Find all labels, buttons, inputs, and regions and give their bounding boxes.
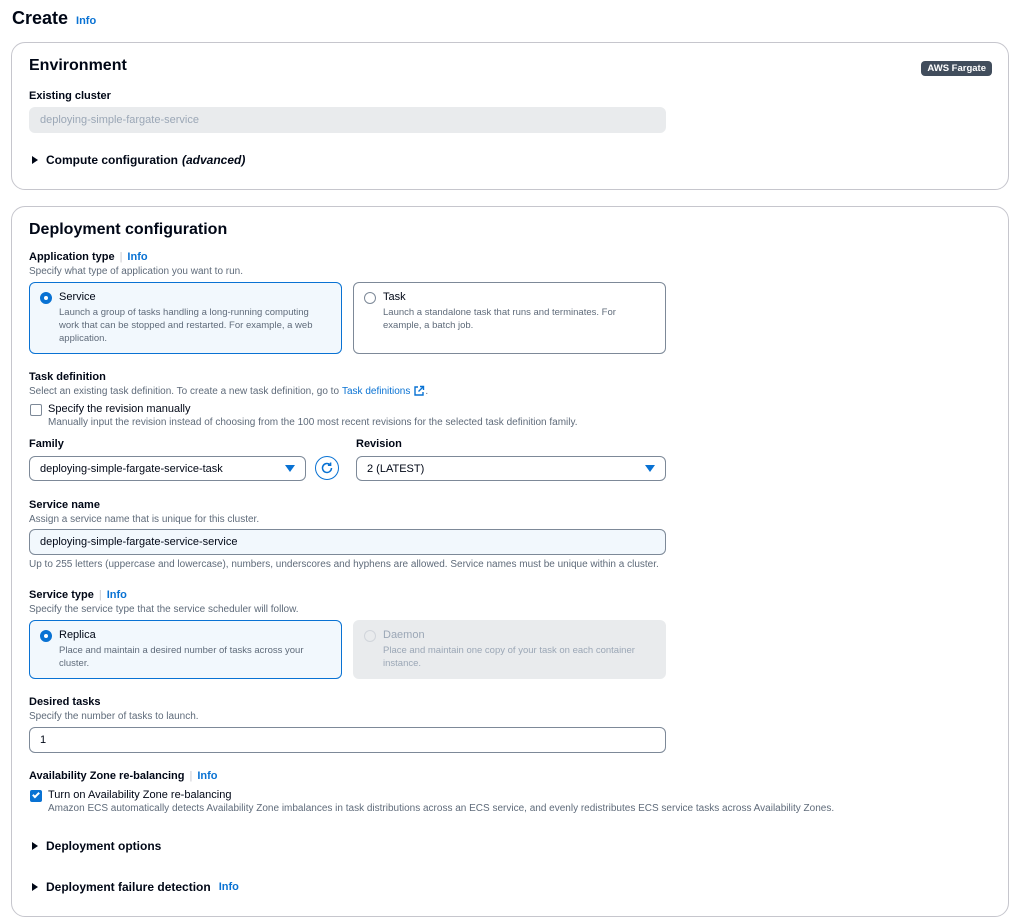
family-value: deploying-simple-fargate-service-task (40, 462, 223, 475)
replica-description: Place and maintain a desired number of t… (59, 645, 304, 669)
service-type-daemon-tile: Daemon Place and maintain one copy of yo… (353, 620, 666, 679)
app-type-info-link[interactable]: Info (127, 251, 147, 263)
existing-cluster-label: Existing cluster (29, 90, 111, 102)
service-type-replica-tile[interactable]: Replica Place and maintain a desired num… (29, 620, 342, 679)
task-definitions-link[interactable]: Task definitions (342, 386, 410, 397)
page-info-link[interactable]: Info (76, 15, 96, 27)
service-title: Service (59, 291, 96, 303)
failure-detection-info-link[interactable]: Info (219, 881, 239, 893)
separator: | (189, 770, 193, 782)
external-link-icon[interactable] (413, 385, 425, 397)
app-type-header: Application type | Info (29, 251, 148, 263)
deployment-options-label: Deployment options (46, 839, 162, 853)
service-name-description: Assign a service name that is unique for… (29, 514, 260, 525)
refresh-button[interactable] (315, 456, 339, 480)
service-name-value: deploying-simple-fargate-service-service (40, 536, 238, 548)
service-name-label: Service name (29, 499, 100, 511)
task-title: Task (383, 291, 406, 303)
revision-label: Revision (356, 438, 402, 450)
environment-heading: Environment (29, 57, 127, 74)
desired-tasks-description: Specify the number of tasks to launch. (29, 711, 199, 722)
compute-config-label: Compute configuration (46, 153, 178, 167)
replica-title: Replica (59, 629, 96, 641)
failure-detection-label: Deployment failure detection (46, 880, 211, 894)
az-rebalancing-header: Availability Zone re-balancing | Info (29, 770, 218, 782)
app-type-service-tile[interactable]: Service Launch a group of tasks handling… (29, 282, 342, 354)
revision-select[interactable]: 2 (LATEST) (356, 456, 666, 481)
az-rebalancing-label: Availability Zone re-balancing (29, 770, 185, 782)
az-rebalancing-checkbox[interactable] (30, 790, 42, 802)
task-def-label: Task definition (29, 371, 106, 383)
caret-down-icon (285, 465, 295, 472)
az-rebalancing-checkbox-description: Amazon ECS automatically detects Availab… (48, 803, 835, 814)
compute-config-expander[interactable]: Compute configuration (advanced) (32, 153, 245, 167)
deployment-config-heading: Deployment configuration (29, 221, 228, 238)
daemon-title: Daemon (383, 629, 425, 641)
environment-panel: Environment AWS Fargate Existing cluster… (11, 42, 1009, 190)
service-name-input[interactable]: deploying-simple-fargate-service-service (29, 529, 666, 555)
caret-right-icon (32, 156, 38, 164)
app-type-label: Application type (29, 251, 115, 263)
service-type-header: Service type | Info (29, 589, 127, 601)
manual-revision-label: Specify the revision manually (48, 403, 191, 415)
app-type-task-tile[interactable]: Task Launch a standalone task that runs … (353, 282, 666, 354)
existing-cluster-value: deploying-simple-fargate-service (40, 114, 199, 126)
az-rebalancing-info-link[interactable]: Info (197, 770, 217, 782)
az-rebalancing-checkbox-label: Turn on Availability Zone re-balancing (48, 789, 232, 801)
separator: | (119, 251, 123, 263)
failure-detection-expander[interactable]: Deployment failure detection Info (32, 880, 239, 894)
caret-down-icon (645, 465, 655, 472)
refresh-icon (321, 462, 333, 474)
page-title: Create (12, 8, 69, 28)
manual-revision-description: Manually input the revision instead of c… (48, 417, 578, 428)
task-def-description-row: Select an existing task definition. To c… (29, 385, 429, 397)
existing-cluster-input: deploying-simple-fargate-service (29, 107, 666, 133)
fargate-badge-wrap: AWS Fargate (921, 58, 992, 76)
service-name-constraint: Up to 255 letters (uppercase and lowerca… (29, 559, 659, 570)
fargate-badge: AWS Fargate (921, 61, 992, 76)
replica-radio[interactable] (40, 630, 52, 642)
desired-tasks-value: 1 (40, 734, 47, 746)
separator: | (98, 589, 102, 601)
deployment-config-panel: Deployment configuration Application typ… (11, 206, 1009, 917)
revision-value: 2 (LATEST) (367, 462, 425, 475)
service-radio[interactable] (40, 292, 52, 304)
service-type-info-link[interactable]: Info (107, 589, 127, 601)
task-description: Launch a standalone task that runs and t… (383, 307, 616, 331)
family-select[interactable]: deploying-simple-fargate-service-task (29, 456, 306, 481)
service-type-description: Specify the service type that the servic… (29, 604, 299, 615)
checkmark-icon (32, 790, 40, 799)
task-radio[interactable] (364, 292, 376, 304)
caret-right-icon (32, 842, 38, 850)
service-description: Launch a group of tasks handling a long-… (59, 307, 313, 344)
task-def-description: Select an existing task definition. To c… (29, 385, 339, 397)
daemon-description: Place and maintain one copy of your task… (383, 645, 635, 669)
deployment-options-expander[interactable]: Deployment options (32, 839, 161, 853)
caret-right-icon (32, 883, 38, 891)
app-type-description: Specify what type of application you wan… (29, 266, 244, 277)
family-label: Family (29, 438, 64, 450)
service-type-label: Service type (29, 589, 94, 601)
page-header: Create Info (12, 8, 96, 29)
desired-tasks-input[interactable]: 1 (29, 727, 666, 753)
daemon-radio (364, 630, 376, 642)
desired-tasks-label: Desired tasks (29, 696, 101, 708)
manual-revision-checkbox[interactable] (30, 404, 42, 416)
compute-config-suffix: (advanced) (182, 153, 246, 167)
